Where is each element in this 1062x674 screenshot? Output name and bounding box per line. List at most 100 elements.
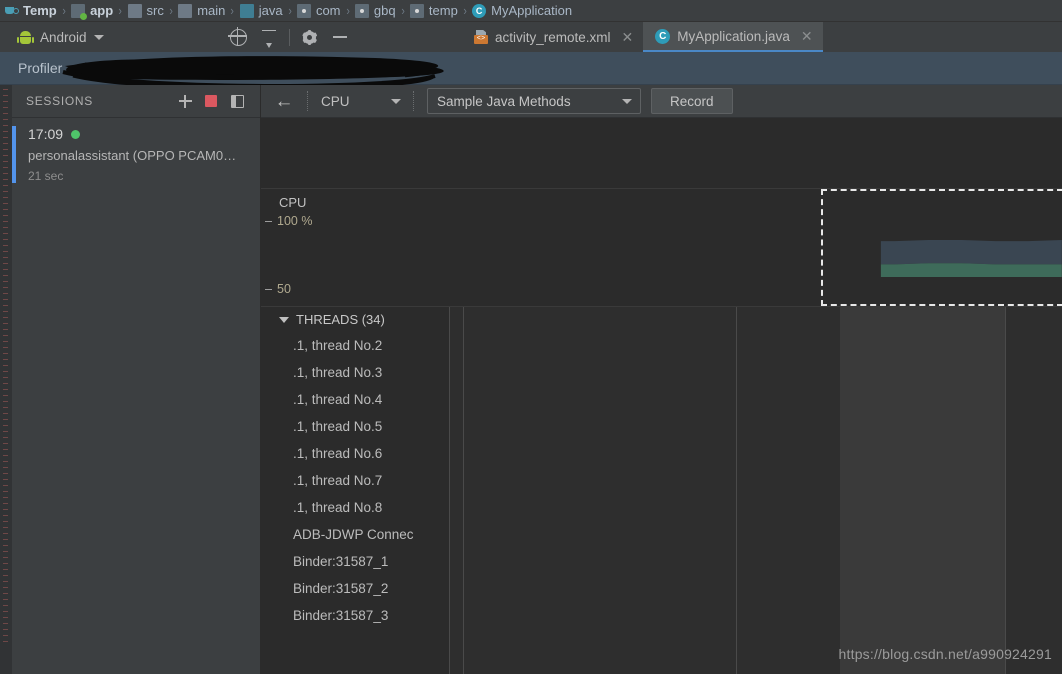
editor-tab-activity_remote-xml[interactable]: activity_remote.xml ✕ — [462, 22, 643, 52]
gutter-mark — [3, 521, 8, 522]
breadcrumb-separator: › — [62, 3, 66, 18]
gutter-mark — [3, 101, 8, 102]
chevron-down-icon — [93, 34, 104, 40]
gutter-mark — [3, 173, 8, 174]
stop-square-icon — [205, 95, 217, 107]
left-gutter — [0, 85, 12, 674]
session-item[interactable]: 17:09 personalassistant (OPPO PCAM0… 21 se… — [12, 118, 260, 193]
cpu-selection-range[interactable] — [821, 189, 1062, 306]
editor-tab-bar: activity_remote.xml ✕ C MyApplication.java ✕ — [462, 22, 823, 52]
gutter-mark — [3, 377, 8, 378]
thread-row[interactable]: Binder:31587_2 — [261, 575, 449, 602]
gutter-mark — [3, 491, 8, 492]
gutter-mark — [3, 611, 8, 612]
record-button[interactable]: Record — [651, 88, 733, 114]
gutter-mark — [3, 479, 8, 480]
breadcrumb-separator: › — [169, 3, 173, 18]
add-session-button[interactable] — [172, 90, 198, 112]
thread-row[interactable]: .1, thread No.2 — [261, 332, 449, 359]
breadcrumb-separator: › — [230, 3, 235, 18]
breadcrumb-item-gbq[interactable]: gbq — [353, 3, 398, 18]
breadcrumb-item-src[interactable]: src — [126, 3, 166, 18]
gutter-mark — [3, 461, 8, 462]
gutter-mark — [3, 107, 8, 108]
breadcrumb-item-main[interactable]: main — [176, 3, 227, 18]
threads-list-panel: THREADS (34) .1, thread No.2.1, thread N… — [261, 307, 450, 674]
gutter-mark — [3, 581, 8, 582]
breadcrumb-item-label: temp — [428, 3, 458, 18]
thread-row[interactable]: .1, thread No.5 — [261, 413, 449, 440]
gutter-mark — [3, 113, 8, 114]
threads-header[interactable]: THREADS (34) — [261, 307, 449, 332]
gutter-mark — [3, 545, 8, 546]
profiler-main-area: SESSIONS 17:09 personalassistant (OPPO PC… — [0, 85, 1062, 674]
gutter-mark — [3, 563, 8, 564]
close-icon[interactable]: ✕ — [801, 28, 813, 45]
sessions-panel: SESSIONS 17:09 personalassistant (OPPO PC… — [12, 85, 261, 674]
gutter-mark — [3, 95, 8, 96]
gutter-mark — [3, 551, 8, 552]
cpu-chart-top-spacer — [261, 118, 1062, 189]
target-button[interactable] — [224, 24, 254, 50]
gutter-mark — [3, 167, 8, 168]
chevron-down-icon — [622, 98, 632, 104]
stop-session-button[interactable] — [198, 90, 224, 112]
main-toolbar: Android activity_remote.xml ✕ C MyApplicati… — [0, 22, 1062, 52]
breadcrumb-item-label: main — [197, 3, 226, 18]
thread-row[interactable]: ADB-JDWP Connec — [261, 521, 449, 548]
gutter-mark — [3, 197, 8, 198]
threads-timeline[interactable] — [450, 307, 1062, 674]
breadcrumb-item-com[interactable]: com — [295, 3, 343, 18]
threads-section: THREADS (34) .1, thread No.2.1, thread N… — [261, 307, 1062, 674]
package-icon — [296, 3, 311, 18]
gutter-mark — [3, 425, 8, 426]
breadcrumb-separator: › — [288, 3, 292, 18]
android-device-selector[interactable]: Android — [0, 30, 104, 45]
timeline-separator — [1005, 307, 1006, 674]
minimize-button[interactable] — [325, 24, 355, 50]
gutter-mark — [3, 221, 8, 222]
collapse-sessions-button[interactable] — [224, 90, 250, 112]
thread-row[interactable]: .1, thread No.4 — [261, 386, 449, 413]
toolbar-divider — [288, 28, 290, 46]
gutter-mark — [3, 137, 8, 138]
xml-layout-icon — [474, 30, 488, 44]
thread-row[interactable]: .1, thread No.7 — [261, 467, 449, 494]
breadcrumb-item-label: MyApplication — [491, 3, 573, 18]
thread-row[interactable]: Binder:31587_3 — [261, 602, 449, 629]
breadcrumb-item-temp[interactable]: temp — [408, 3, 460, 18]
recording-config-dropdown[interactable]: Sample Java Methods — [427, 88, 641, 114]
back-button[interactable]: ← — [269, 88, 299, 114]
gutter-mark — [3, 149, 8, 150]
collapse-icon — [261, 29, 276, 48]
gutter-mark — [3, 191, 8, 192]
editor-tab-myapplication-java[interactable]: C MyApplication.java ✕ — [643, 22, 823, 52]
folder-icon — [178, 3, 193, 18]
settings-button[interactable] — [295, 24, 325, 50]
cpu-usage-chart[interactable]: CPU 100 % 50 — [261, 118, 1062, 307]
breadcrumb-item-label: gbq — [373, 3, 396, 18]
breadcrumb-separator: › — [463, 3, 467, 18]
watermark-text: https://blog.csdn.net/a990924291 — [838, 646, 1052, 662]
breadcrumb-item-java[interactable]: java — [238, 3, 285, 18]
breadcrumb-item-myapplication[interactable]: C MyApplication — [470, 3, 574, 18]
gutter-mark — [3, 263, 8, 264]
breadcrumb-separator: › — [345, 3, 350, 18]
profiler-title: Profiler — [18, 60, 63, 76]
thread-row[interactable]: Binder:31587_1 — [261, 548, 449, 575]
gutter-mark — [3, 383, 8, 384]
gutter-mark — [3, 467, 8, 468]
thread-row[interactable]: .1, thread No.8 — [261, 494, 449, 521]
thread-row[interactable]: .1, thread No.6 — [261, 440, 449, 467]
gutter-mark — [3, 323, 8, 324]
thread-row[interactable]: .1, thread No.3 — [261, 359, 449, 386]
breadcrumb-item-temp[interactable]: Temp — [2, 3, 59, 18]
gutter-mark — [3, 161, 8, 162]
gutter-mark — [3, 233, 8, 234]
breadcrumb-item-app[interactable]: app — [69, 3, 115, 20]
collapse-button[interactable] — [254, 24, 284, 50]
stage-dropdown[interactable]: CPU — [317, 94, 405, 109]
close-icon[interactable]: ✕ — [622, 29, 634, 46]
module-icon — [71, 3, 88, 20]
gutter-mark — [3, 533, 8, 534]
